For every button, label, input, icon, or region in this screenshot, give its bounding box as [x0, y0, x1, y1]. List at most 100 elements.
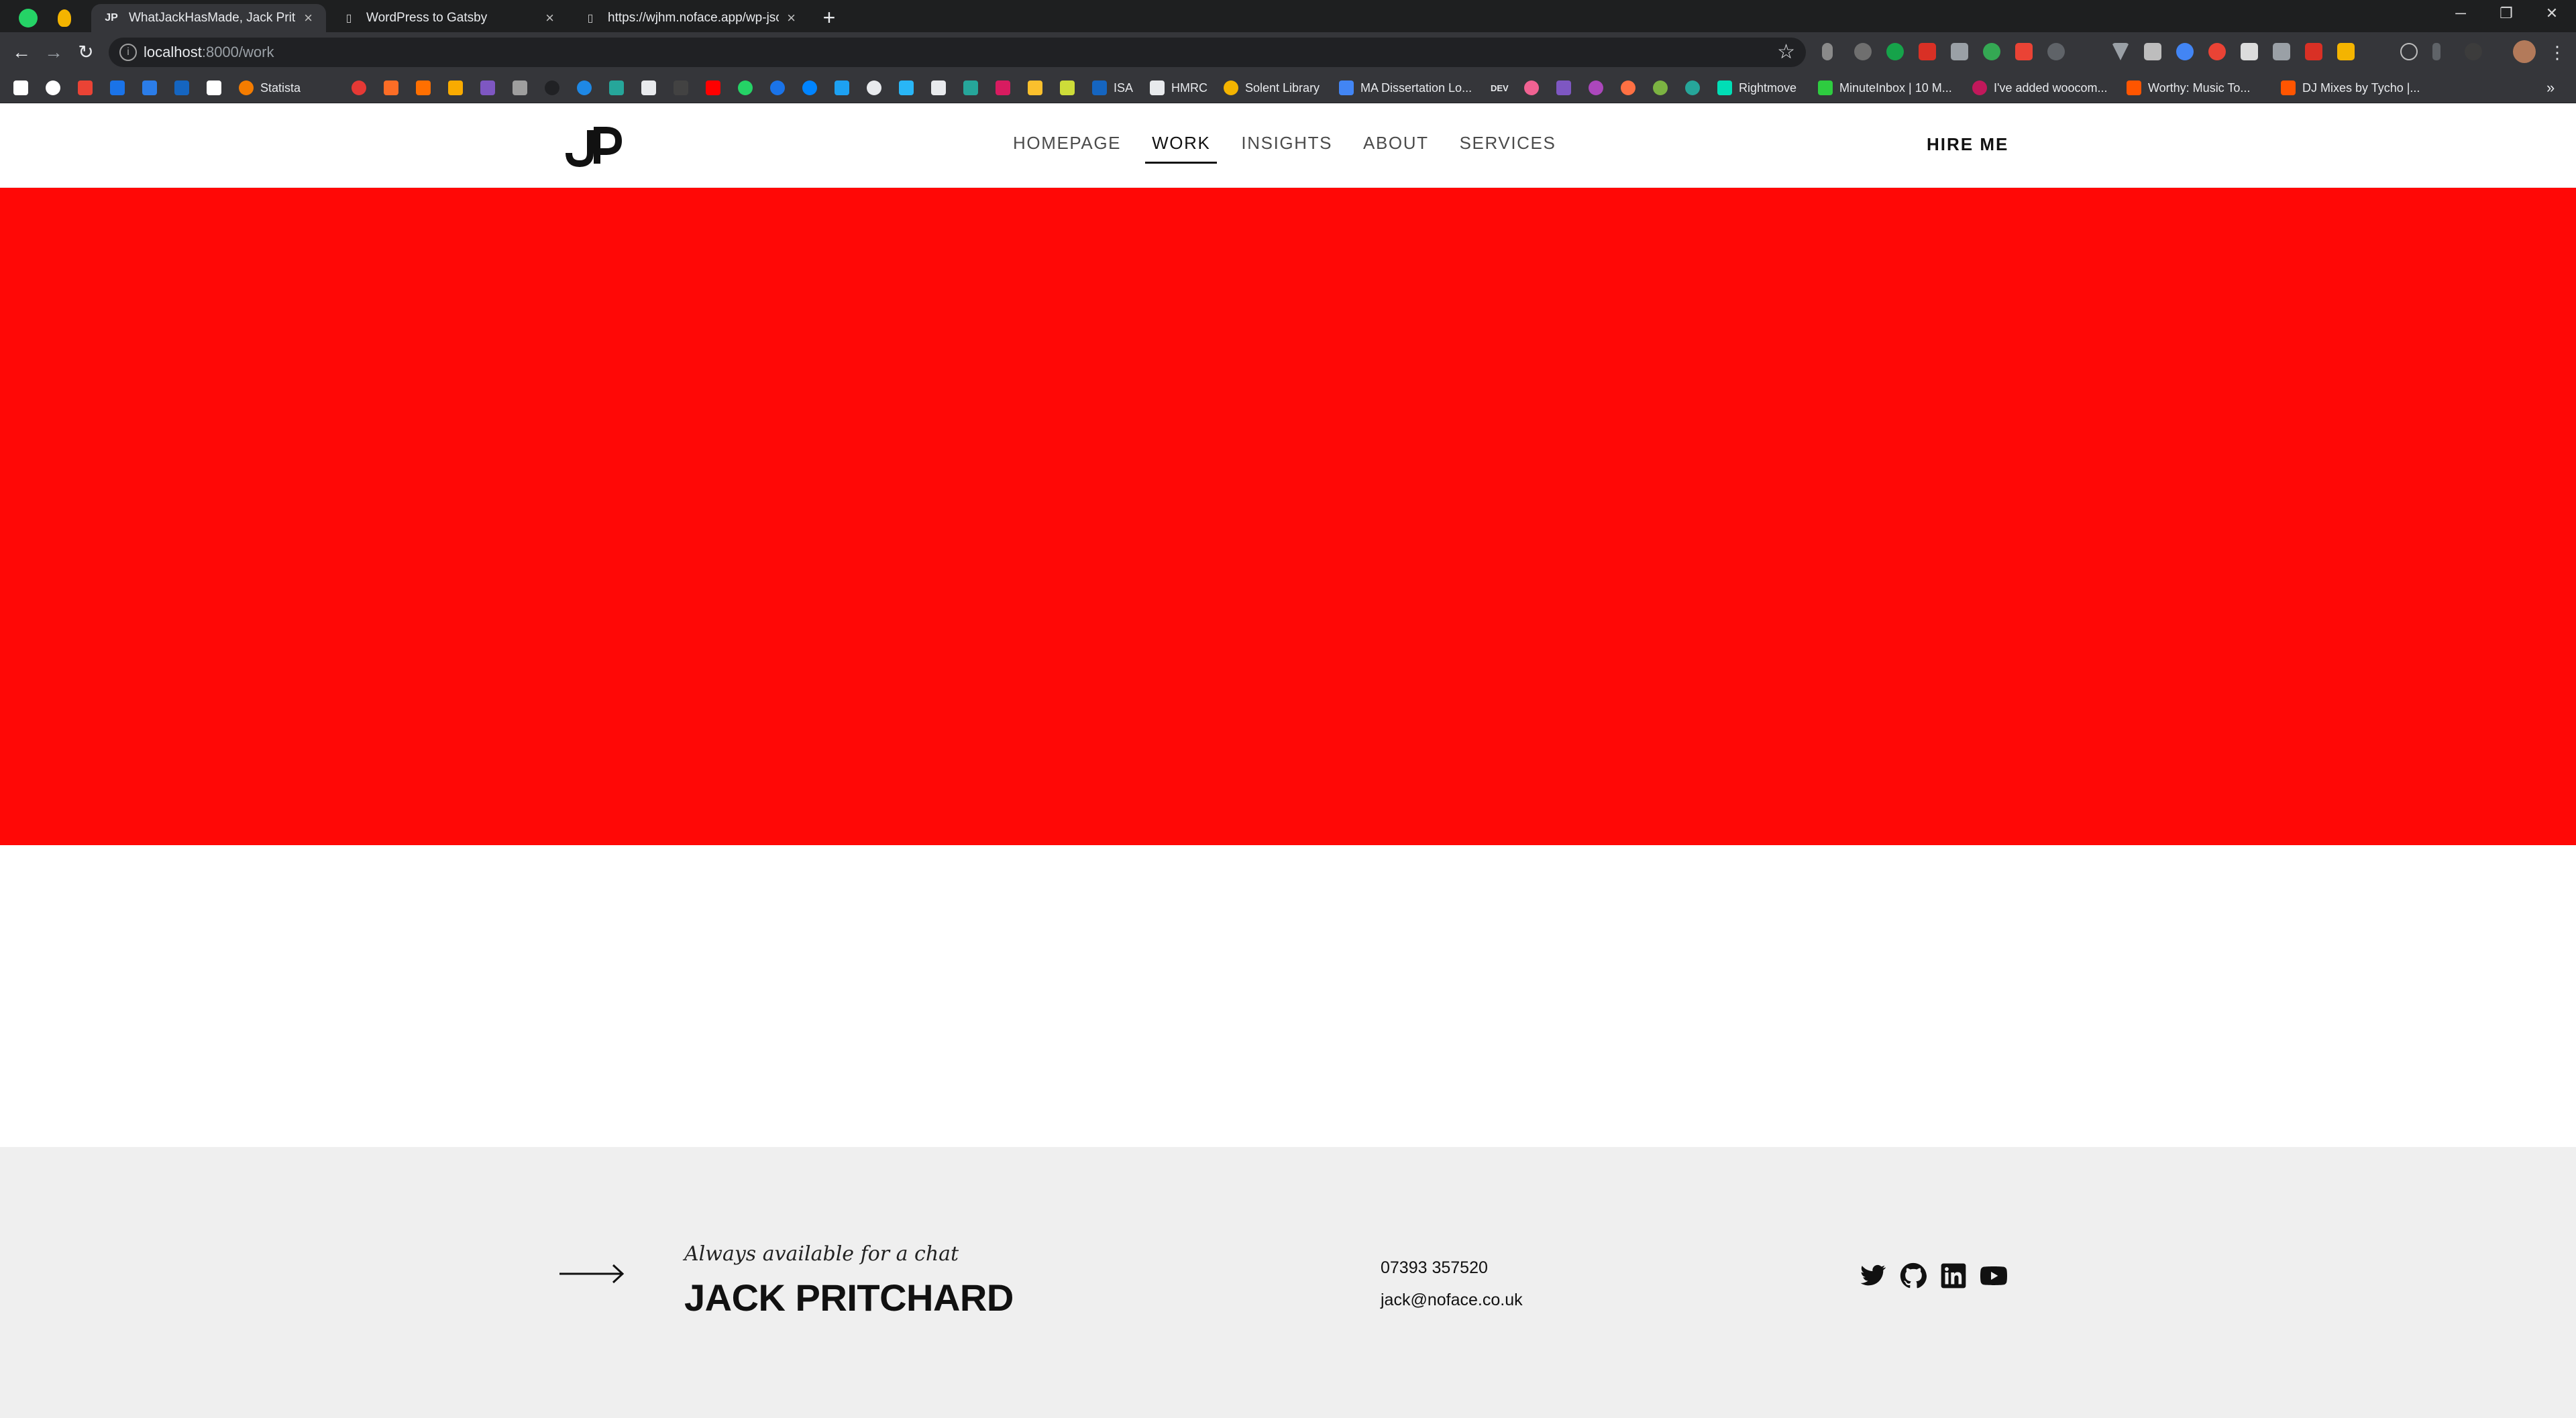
extension-icon[interactable]	[1983, 43, 2000, 60]
bookmark-icon[interactable]	[142, 80, 157, 95]
camera-icon[interactable]	[1951, 43, 1968, 60]
bookmark-icon[interactable]	[1653, 80, 1668, 95]
bookmark-icon[interactable]	[1556, 80, 1571, 95]
bookmarks-overflow-button[interactable]: »	[2546, 79, 2555, 96]
twitter-icon[interactable]	[1860, 1262, 1886, 1289]
messenger-icon[interactable]	[802, 80, 817, 95]
bookmark-icon[interactable]	[207, 80, 221, 95]
tab-work[interactable]: JP WhatJackHasMade, Jack Pritchar ×	[91, 4, 326, 32]
extension-icon[interactable]	[1822, 43, 1833, 60]
youtube-bookmark-icon[interactable]	[706, 80, 720, 95]
extension-icon[interactable]	[2465, 43, 2482, 60]
vue-devtools-icon[interactable]	[2112, 43, 2129, 60]
back-button[interactable]: ←	[8, 39, 35, 66]
analytics-icon[interactable]	[448, 80, 463, 95]
bookmark-icon[interactable]	[770, 80, 785, 95]
bookmark-dev[interactable]: DEV	[1491, 80, 1509, 96]
gmail-icon[interactable]	[78, 80, 93, 95]
tab-wp-json[interactable]: ▯ https://wjhm.noface.app/wp-json ×	[570, 4, 809, 32]
bookmark-icon[interactable]	[674, 80, 688, 95]
extension-icon[interactable]	[2144, 43, 2161, 60]
hire-me-button[interactable]: HIRE ME	[1927, 134, 2008, 155]
bookmark-worthy[interactable]: Worthy: Music To...	[2127, 80, 2250, 96]
document-icon[interactable]	[931, 80, 946, 95]
wordpress-icon[interactable]	[2047, 43, 2065, 60]
document-icon[interactable]	[641, 80, 656, 95]
heart-icon[interactable]	[1524, 80, 1539, 95]
extension-icon[interactable]	[2273, 43, 2290, 60]
extension-icon[interactable]	[2176, 43, 2194, 60]
extension-icon[interactable]	[2208, 43, 2226, 60]
extension-icon[interactable]	[1919, 43, 1936, 60]
bookmark-icon[interactable]	[1589, 80, 1603, 95]
github-icon[interactable]	[1900, 1262, 1927, 1289]
whatsapp-bookmark-icon[interactable]	[738, 80, 753, 95]
pinned-tab-two[interactable]	[40, 4, 89, 32]
nav-work[interactable]: WORK	[1145, 130, 1218, 164]
linkedin-icon[interactable]	[1940, 1262, 1967, 1289]
github-bookmark-icon[interactable]	[545, 80, 559, 95]
site-info-icon[interactable]: i	[119, 44, 137, 61]
address-bar[interactable]: i localhost:8000/work ☆	[109, 38, 1806, 67]
grammarly-icon[interactable]	[1886, 43, 1904, 60]
bookmark-icon[interactable]	[963, 80, 978, 95]
minimize-button[interactable]: ─	[2438, 0, 2483, 27]
close-icon[interactable]: ×	[545, 9, 554, 27]
bookmark-icon[interactable]	[899, 80, 914, 95]
tab-wordpress-gatsby[interactable]: ▯ WordPress to Gatsby ×	[329, 4, 568, 32]
bookmark-statista[interactable]: Statista	[239, 80, 301, 96]
forward-button[interactable]: →	[40, 39, 67, 66]
close-window-button[interactable]: ✕	[2529, 0, 2575, 27]
youtube-ext-icon[interactable]	[2305, 43, 2322, 60]
bookmark-icon[interactable]	[174, 80, 189, 95]
nav-homepage[interactable]: HOMEPAGE	[1006, 130, 1128, 164]
extension-icon[interactable]	[2432, 43, 2440, 60]
youtube-icon[interactable]	[1980, 1262, 2007, 1289]
footer-phone[interactable]: 07393 357520	[1381, 1258, 1488, 1278]
bookmark-icon[interactable]	[1685, 80, 1700, 95]
reload-button[interactable]: ↻	[72, 39, 99, 66]
bookmark-isa[interactable]: ISA	[1092, 80, 1133, 96]
close-icon[interactable]: ×	[304, 9, 313, 27]
bookmark-icon[interactable]	[1028, 80, 1042, 95]
extension-icon[interactable]	[2337, 43, 2355, 60]
url-text[interactable]: localhost:8000/work	[144, 38, 274, 67]
menu-kebab-icon[interactable]: ⋮	[2544, 39, 2571, 66]
bookmark-icon[interactable]	[609, 80, 624, 95]
extension-icon[interactable]	[1854, 43, 1872, 60]
bookmark-icon[interactable]	[867, 80, 881, 95]
restore-button[interactable]: ❐	[2483, 0, 2529, 27]
profile-avatar[interactable]	[2513, 40, 2536, 63]
bookmark-rightmove[interactable]: Rightmove	[1717, 80, 1796, 96]
nav-insights[interactable]: INSIGHTS	[1234, 130, 1339, 164]
bookmark-icon[interactable]	[352, 80, 366, 95]
bookmark-icon[interactable]	[416, 80, 431, 95]
bookmark-star-icon[interactable]: ☆	[1777, 40, 1795, 64]
nav-about[interactable]: ABOUT	[1356, 130, 1436, 164]
bookmark-dj-mixes[interactable]: DJ Mixes by Tycho |...	[2281, 80, 2420, 96]
nav-services[interactable]: SERVICES	[1453, 130, 1563, 164]
new-tab-button[interactable]: +	[817, 5, 841, 30]
bookmark-solent-library[interactable]: Solent Library	[1224, 80, 1320, 96]
bookmark-icon[interactable]	[13, 80, 28, 95]
extension-icon[interactable]	[2400, 43, 2418, 60]
jp-logo[interactable]	[565, 123, 623, 168]
twitter-bookmark-icon[interactable]	[835, 80, 849, 95]
extension-icon[interactable]	[2241, 43, 2258, 60]
extension-icon[interactable]	[2015, 43, 2033, 60]
bookmark-dissertation[interactable]: MA Dissertation Lo...	[1339, 80, 1472, 96]
bookmark-icon[interactable]	[996, 80, 1010, 95]
bookmark-icon[interactable]	[1621, 80, 1635, 95]
bookmark-hmrc[interactable]: HMRC	[1150, 80, 1208, 96]
footer-email[interactable]: jack@noface.co.uk	[1381, 1291, 1523, 1310]
bookmark-icon[interactable]	[513, 80, 527, 95]
google-icon[interactable]	[46, 80, 60, 95]
bookmark-icon[interactable]	[1060, 80, 1075, 95]
close-icon[interactable]: ×	[787, 9, 796, 27]
gitlab-icon[interactable]	[384, 80, 398, 95]
bookmark-woocommerce[interactable]: I've added woocom...	[1972, 80, 2108, 96]
bookmark-icon[interactable]	[480, 80, 495, 95]
bookmark-icon[interactable]	[577, 80, 592, 95]
bookmark-icon[interactable]	[110, 80, 125, 95]
bookmark-minuteinbox[interactable]: MinuteInbox | 10 M...	[1818, 80, 1952, 96]
